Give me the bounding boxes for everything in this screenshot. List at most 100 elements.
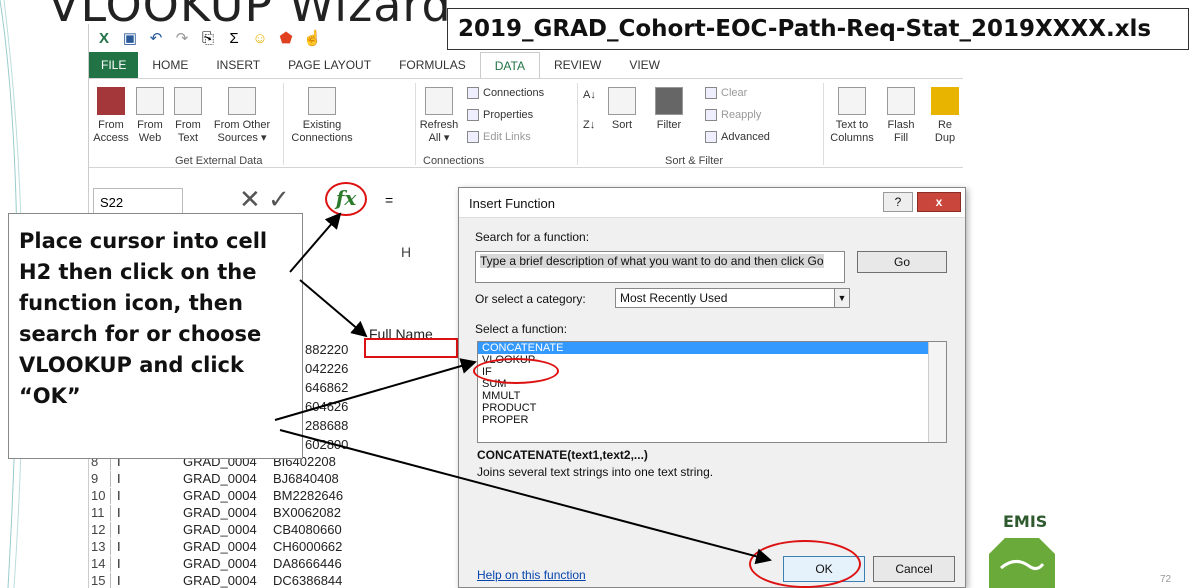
function-list[interactable]: CONCATENATE VLOOKUP IF SUM MMULT PRODUCT… [477,341,947,443]
sort-az-icon: A↓ [583,89,596,101]
formula-input[interactable]: = [385,192,393,208]
from-web-label-1: From [137,119,163,131]
refresh-all-button[interactable]: Refresh All ▾ [417,87,461,145]
cell: I [117,556,121,571]
remove-duplicates-button[interactable]: Re Dup [927,87,963,145]
hand-icon[interactable]: ☝ [303,29,322,47]
cancel-formula-icon[interactable]: ✕ [239,184,261,214]
filter-button[interactable]: Filter [651,87,687,132]
function-description: Joins several text strings into one text… [477,465,714,479]
partial-id: 604626 [305,399,349,414]
sort-button[interactable]: Sort [607,87,637,132]
from-other-label-1: From Other [213,119,271,131]
sort-label: Sort [611,119,633,131]
shield-icon[interactable]: ⬟ [277,29,295,47]
list-item[interactable]: MMULT [478,390,946,402]
from-text-label-2: Text [177,132,199,144]
from-other-sources-button[interactable]: From Other Sources ▾ [207,87,277,145]
autosum-icon[interactable]: Σ [225,30,243,47]
edit-links-button[interactable]: Edit Links [467,131,531,143]
name-box[interactable]: S22 [93,188,183,214]
save-icon[interactable]: ▣ [121,29,139,47]
sort-za-button[interactable]: Z↓ [583,119,595,131]
close-button[interactable]: x [917,192,961,212]
properties-icon [467,109,479,121]
connections-button[interactable]: Connections [467,87,544,99]
text-to-columns-button[interactable]: Text to Columns [829,87,875,145]
text-file-icon [174,87,202,115]
tab-data[interactable]: DATA [479,52,540,78]
existing-connections-button[interactable]: Existing Connections [287,87,357,145]
cell: GRAD_0004 [183,471,257,486]
ribbon-separator [415,83,416,165]
sort-icon [608,87,636,115]
properties-label: Properties [483,109,534,121]
advanced-button[interactable]: Advanced [705,131,770,143]
list-item[interactable]: PROPER [478,414,946,426]
go-button[interactable]: Go [857,251,947,273]
edit-links-label: Edit Links [483,131,531,143]
tab-page-layout[interactable]: PAGE LAYOUT [274,52,385,78]
properties-button[interactable]: Properties [467,109,533,121]
row-number: 14 [89,556,111,572]
ttc-label-1: Text to [835,119,869,131]
chevron-down-icon[interactable]: ▼ [834,288,850,308]
refresh-icon [425,87,453,115]
flash-fill-button[interactable]: Flash Fill [881,87,921,145]
partial-id: 646862 [305,380,349,395]
search-input[interactable]: Type a brief description of what you wan… [475,251,845,283]
insert-function-icon[interactable]: fx [325,182,367,216]
list-item[interactable]: SUM [478,378,946,390]
row-number: 9 [89,471,111,487]
tab-formulas[interactable]: FORMULAS [385,52,480,78]
row-number: 10 [89,488,111,504]
tab-review[interactable]: REVIEW [540,52,615,78]
partial-id: 882220 [305,342,349,357]
tab-file[interactable]: FILE [89,52,139,78]
from-other-label-2: Sources ▾ [217,132,267,144]
cell: CH6000662 [273,539,343,554]
row-number: 11 [89,505,111,521]
cell: GRAD_0004 [183,539,257,554]
row-number: 13 [89,539,111,555]
partial-id: 288688 [305,418,349,433]
help-link[interactable]: Help on this function [477,568,586,582]
list-item[interactable]: CONCATENATE [478,342,946,354]
from-access-button[interactable]: From Access [93,87,129,145]
enter-formula-icon[interactable]: ✓ [268,184,290,214]
category-select[interactable]: Most Recently Used [615,288,835,308]
group-label-connections: Connections [423,155,485,167]
undo-icon[interactable]: ↶ [147,29,165,47]
tab-view[interactable]: VIEW [615,52,674,78]
from-text-label-1: From [175,119,201,131]
filter-icon [655,87,683,115]
smiley-icon[interactable]: ☺ [251,30,269,47]
dialog-titlebar: Insert Function ? x [459,188,965,218]
tab-home[interactable]: HOME [138,52,202,78]
connections-icon [467,87,479,99]
list-item[interactable]: PRODUCT [478,402,946,414]
clear-label: Clear [721,87,748,99]
cell: CB4080660 [273,522,342,537]
redo-icon[interactable]: ↷ [173,29,191,47]
help-button[interactable]: ? [883,192,913,212]
tab-insert[interactable]: INSERT [202,52,274,78]
ribbon-separator [577,83,578,165]
category-label: Or select a category: [475,292,586,306]
list-scrollbar[interactable] [928,342,946,442]
cancel-button[interactable]: Cancel [873,556,955,582]
cell-h2-highlight[interactable] [364,338,458,358]
from-text-button[interactable]: From Text [171,87,205,145]
page-number: 72 [1160,574,1172,585]
web-icon [136,87,164,115]
cell: I [117,573,121,588]
from-web-label-2: Web [138,132,162,144]
reapply-button[interactable]: Reapply [705,109,761,121]
other-sources-icon [228,87,256,115]
copy-icon[interactable]: ⎘ [199,30,217,47]
cell: BX0062082 [273,505,341,520]
from-web-button[interactable]: From Web [133,87,167,145]
column-header-h[interactable]: H [401,244,411,260]
clear-button[interactable]: Clear [705,87,747,99]
sort-az-button[interactable]: A↓ [583,89,596,101]
